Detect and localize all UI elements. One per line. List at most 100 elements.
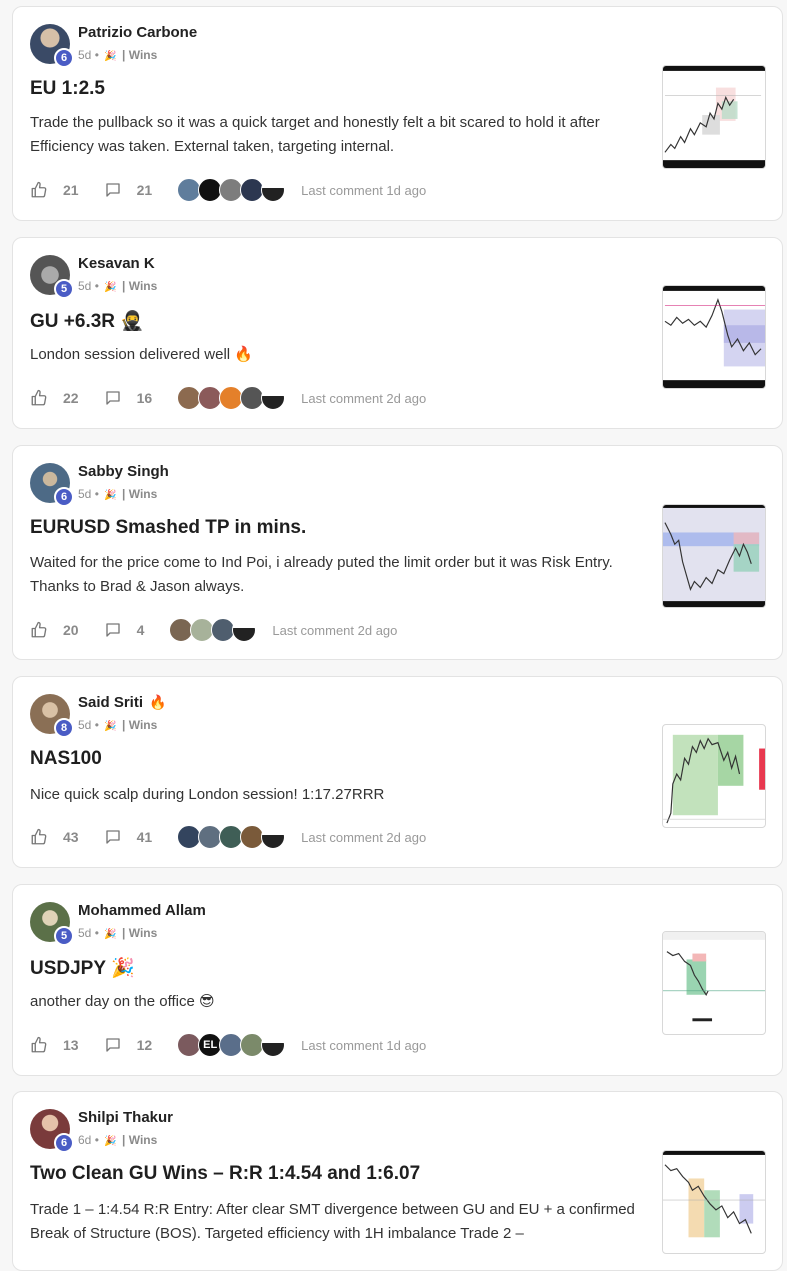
post-stats: 43 41 Last comment 2d ago — [30, 824, 426, 850]
post-image-thumbnail[interactable] — [662, 504, 766, 608]
post-meta: 5d • 🎉 | Wins — [78, 718, 158, 732]
comment-button[interactable]: 12 — [104, 1036, 153, 1054]
category-label: | Wins — [122, 1133, 158, 1147]
post-image-thumbnail[interactable] — [662, 1150, 766, 1254]
post-title[interactable]: NAS100 — [30, 748, 102, 770]
chart-screenshot — [663, 505, 765, 607]
like-count: 43 — [63, 829, 79, 845]
post-image-thumbnail[interactable] — [662, 931, 766, 1035]
party-popper-icon: 🎉 — [104, 490, 117, 501]
like-button[interactable]: 20 — [30, 621, 79, 639]
author-name[interactable]: Sabby Singh — [78, 463, 169, 480]
commenter-avatars[interactable] — [177, 386, 286, 410]
party-popper-icon: 🎉 — [104, 51, 117, 62]
commenter-avatar — [261, 1033, 286, 1057]
comment-bubble-icon — [105, 391, 120, 405]
post-card[interactable]: 8 Said Sriti 🔥 5d • 🎉 | Wins NAS100 Nice … — [12, 676, 783, 868]
post-title[interactable]: EU 1:2.5 — [30, 78, 105, 100]
level-badge: 6 — [54, 48, 74, 68]
thumbs-up-icon — [31, 828, 47, 845]
post-title[interactable]: USDJPY 🎉 — [30, 956, 135, 980]
commenter-avatars[interactable] — [177, 178, 286, 202]
thumbs-up-icon — [31, 389, 47, 406]
post-stats: 20 4 Last comment 2d ago — [30, 617, 397, 643]
post-meta: 5d • 🎉 | Wins — [78, 48, 158, 62]
level-badge: 8 — [54, 718, 74, 738]
post-card[interactable]: 6 Sabby Singh 5d • 🎉 | Wins EURUSD Smash… — [12, 445, 783, 660]
post-body: Nice quick scalp during London session! … — [30, 786, 385, 803]
author-name[interactable]: Said Sriti 🔥 — [78, 694, 166, 711]
post-image-thumbnail[interactable] — [662, 65, 766, 169]
comment-count: 16 — [136, 390, 153, 406]
post-meta: 5d • 🎉 | Wins — [78, 279, 158, 293]
category-label: | Wins — [122, 279, 158, 293]
like-count: 22 — [63, 390, 79, 406]
like-button[interactable]: 13 — [30, 1036, 79, 1054]
category-label: | Wins — [122, 48, 158, 62]
like-count: 20 — [63, 622, 79, 638]
post-image-thumbnail[interactable] — [662, 285, 766, 389]
post-title[interactable]: EURUSD Smashed TP in mins. — [30, 517, 306, 539]
chart-screenshot — [663, 286, 765, 388]
post-title[interactable]: Two Clean GU Wins – R:R 1:4.54 and 1:6.0… — [30, 1163, 420, 1185]
post-body: Trade the pullback so it was a quick tar… — [30, 114, 600, 155]
author-name[interactable]: Patrizio Carbone — [78, 24, 197, 41]
author-name[interactable]: Mohammed Allam — [78, 902, 206, 919]
post-stats: 13 12 EL Last comment 1d ago — [30, 1032, 426, 1058]
comment-bubble-icon — [105, 830, 120, 844]
post-age: 5d — [78, 718, 92, 732]
post-meta: 6d • 🎉 | Wins — [78, 1133, 158, 1147]
last-comment-time: Last comment 2d ago — [272, 622, 398, 638]
post-age: 6d — [78, 1133, 92, 1147]
commenter-initials: EL — [203, 1039, 218, 1051]
post-title[interactable]: GU +6.3R 🥷 — [30, 309, 144, 333]
comment-count: 21 — [136, 182, 153, 198]
post-age: 5d — [78, 279, 92, 293]
like-button[interactable]: 43 — [30, 828, 79, 846]
party-popper-icon: 🎉 — [104, 1136, 117, 1147]
commenter-avatars[interactable] — [177, 825, 286, 849]
post-card[interactable]: 5 Kesavan K 5d • 🎉 | Wins GU +6.3R 🥷 Lon… — [12, 237, 783, 429]
like-button[interactable]: 22 — [30, 389, 79, 407]
post-card[interactable]: 6 Shilpi Thakur 6d • 🎉 | Wins Two Clean … — [12, 1091, 783, 1271]
post-image-thumbnail[interactable] — [662, 724, 766, 828]
category-label: | Wins — [122, 487, 158, 501]
comment-button[interactable]: 41 — [104, 828, 152, 846]
chart-screenshot — [663, 66, 765, 168]
comment-button[interactable]: 4 — [104, 621, 145, 639]
comment-button[interactable]: 16 — [104, 389, 153, 407]
author-name[interactable]: Kesavan K — [78, 255, 155, 272]
post-card[interactable]: 6 Patrizio Carbone 5d • 🎉 | Wins EU 1:2.… — [12, 6, 783, 221]
post-body: Waited for the price come to Ind Poi, i … — [30, 554, 613, 595]
last-comment-time: Last comment 1d ago — [301, 182, 427, 198]
comment-count: 12 — [136, 1037, 153, 1053]
level-badge: 5 — [54, 279, 74, 299]
commenter-avatars[interactable] — [169, 618, 257, 642]
commenter-avatars[interactable]: EL — [177, 1033, 286, 1057]
post-age: 5d — [78, 926, 92, 940]
party-popper-icon: 🎉 — [104, 282, 117, 293]
last-comment-time: Last comment 2d ago — [301, 390, 427, 406]
post-meta: 5d • 🎉 | Wins — [78, 926, 158, 940]
post-stats: 22 16 Last comment 2d ago — [30, 385, 426, 411]
author-name[interactable]: Shilpi Thakur — [78, 1109, 173, 1126]
chart-screenshot — [663, 1151, 765, 1238]
commenter-avatar — [261, 825, 286, 849]
like-count: 21 — [63, 182, 79, 198]
level-badge: 6 — [54, 487, 74, 507]
chart-screenshot — [663, 932, 765, 1022]
party-popper-icon: 🎉 — [104, 929, 117, 940]
like-button[interactable]: 21 — [30, 181, 79, 199]
level-badge: 6 — [54, 1133, 74, 1153]
post-card[interactable]: 5 Mohammed Allam 5d • 🎉 | Wins USDJPY 🎉 … — [12, 884, 783, 1076]
chart-screenshot — [663, 734, 765, 824]
last-comment-time: Last comment 1d ago — [301, 1037, 427, 1053]
thumbs-up-icon — [31, 181, 47, 198]
comment-button[interactable]: 21 — [104, 181, 153, 199]
post-meta: 5d • 🎉 | Wins — [78, 487, 158, 501]
like-count: 13 — [63, 1037, 79, 1053]
comment-count: 4 — [136, 622, 145, 638]
category-label: | Wins — [122, 926, 158, 940]
fire-icon: 🔥 — [149, 694, 167, 710]
post-age: 5d — [78, 48, 92, 62]
